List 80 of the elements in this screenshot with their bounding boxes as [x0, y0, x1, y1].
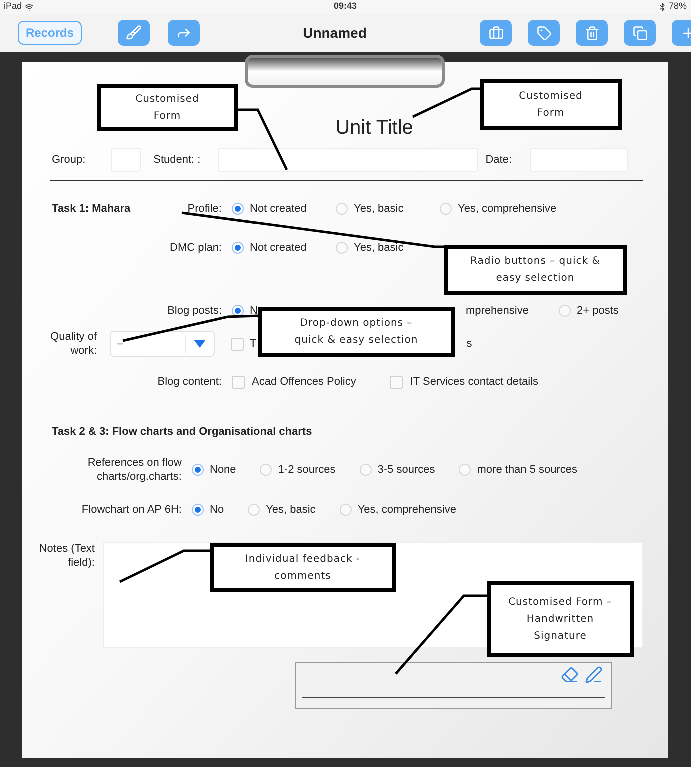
- form-title: Unit Title: [336, 117, 414, 139]
- field-label: References on flow charts/org.charts:: [86, 456, 182, 484]
- field-label: Notes (Text field):: [38, 542, 95, 571]
- briefcase-button[interactable]: [480, 20, 512, 46]
- bluetooth-icon: [658, 2, 667, 12]
- radio-button[interactable]: [248, 504, 260, 516]
- radio-label: Not created: [250, 202, 307, 217]
- radio-label: None: [210, 462, 236, 478]
- checkbox[interactable]: [231, 338, 244, 350]
- radio-label: 1-2 sources: [278, 462, 336, 478]
- field-label: Student: :: [154, 152, 201, 168]
- radio-label: N: [250, 304, 258, 319]
- radio-button[interactable]: [336, 242, 348, 254]
- radio-button[interactable]: [459, 464, 472, 476]
- radio-button[interactable]: [336, 203, 348, 215]
- brush-button[interactable]: [118, 20, 150, 46]
- checkbox[interactable]: [390, 376, 404, 388]
- checkbox-label: Acad Offences Policy: [252, 374, 356, 390]
- trash-icon: [584, 26, 600, 40]
- tag-icon: [536, 26, 552, 40]
- field-label: Profile:: [188, 202, 222, 216]
- copy-button[interactable]: [624, 20, 656, 46]
- caret-icon: [194, 340, 206, 348]
- plus-icon: [680, 26, 691, 40]
- radio-button[interactable]: [260, 464, 272, 476]
- callout-text: Customised Form: [134, 92, 200, 124]
- radio-label: 3-5 sources: [378, 462, 436, 478]
- checkbox-label: T: [250, 336, 257, 352]
- checkbox-label: IT Services contact details: [410, 374, 539, 390]
- radio-label: mprehensive: [466, 304, 529, 319]
- radio-label: Yes, basic: [266, 502, 316, 518]
- checkbox[interactable]: [232, 376, 245, 388]
- radio-label: Yes, comprehensive: [458, 202, 557, 217]
- document-title: Unnamed: [303, 24, 367, 40]
- radio-button[interactable]: [340, 504, 352, 516]
- radio-button[interactable]: [232, 305, 244, 317]
- callout-text: Radio buttons – quick & easy selection: [470, 255, 601, 286]
- radio-label: Yes, basic: [354, 240, 404, 256]
- radio-label: Yes, basic: [354, 202, 404, 217]
- dropdown[interactable]: –: [110, 331, 215, 357]
- callout-text: Customised Form – Handwritten Signature: [508, 596, 614, 644]
- radio-label: Yes, comprehensive: [358, 502, 456, 518]
- clock: 09:43: [334, 0, 358, 14]
- section-heading: Task 2 & 3: Flow charts and Organisational charts: [52, 424, 312, 440]
- radio-button[interactable]: [558, 305, 571, 317]
- briefcase-icon: [488, 26, 504, 40]
- radio-button[interactable]: [360, 464, 372, 476]
- radio-button[interactable]: [192, 504, 204, 516]
- tag-button[interactable]: [528, 20, 560, 46]
- pen-icon[interactable]: [585, 666, 603, 684]
- radio-label: No: [210, 502, 224, 518]
- callout-text: Customised Form: [518, 90, 584, 120]
- radio-button[interactable]: [192, 464, 204, 476]
- radio-button[interactable]: [232, 203, 244, 215]
- brush-icon: [126, 25, 142, 41]
- eraser-icon[interactable]: [561, 666, 579, 684]
- battery-percentage: 78%: [668, 0, 687, 14]
- callout-text: Drop-down options – quick & easy selection: [294, 317, 420, 348]
- radio-label: 2+ posts: [576, 304, 619, 319]
- field-label: DMC plan:: [170, 241, 222, 255]
- callout-text: Individual feedback - comments: [244, 552, 362, 584]
- radio-button[interactable]: [232, 242, 244, 254]
- radio-button[interactable]: [440, 203, 452, 215]
- field-label: Blog posts:: [168, 304, 222, 318]
- field-label: Flowchart on AP 6H:: [82, 503, 182, 517]
- radio-label: Not created: [250, 240, 307, 256]
- student-field[interactable]: [218, 148, 478, 172]
- section-heading: Task 1: Mahara: [52, 202, 131, 217]
- carrier-label: iPad: [4, 0, 22, 14]
- share-button[interactable]: [168, 20, 200, 46]
- field-label: Blog content:: [158, 374, 222, 390]
- delete-button[interactable]: [576, 20, 608, 46]
- field-label: Group:: [52, 152, 86, 168]
- field-label: Date:: [486, 152, 512, 168]
- copy-icon: [632, 26, 648, 40]
- wifi-icon: [25, 2, 34, 12]
- signature-field[interactable]: [295, 662, 612, 709]
- radio-label: more than 5 sources: [477, 462, 578, 478]
- checkbox-label: s: [466, 336, 472, 352]
- field-label: Quality of work:: [50, 330, 97, 358]
